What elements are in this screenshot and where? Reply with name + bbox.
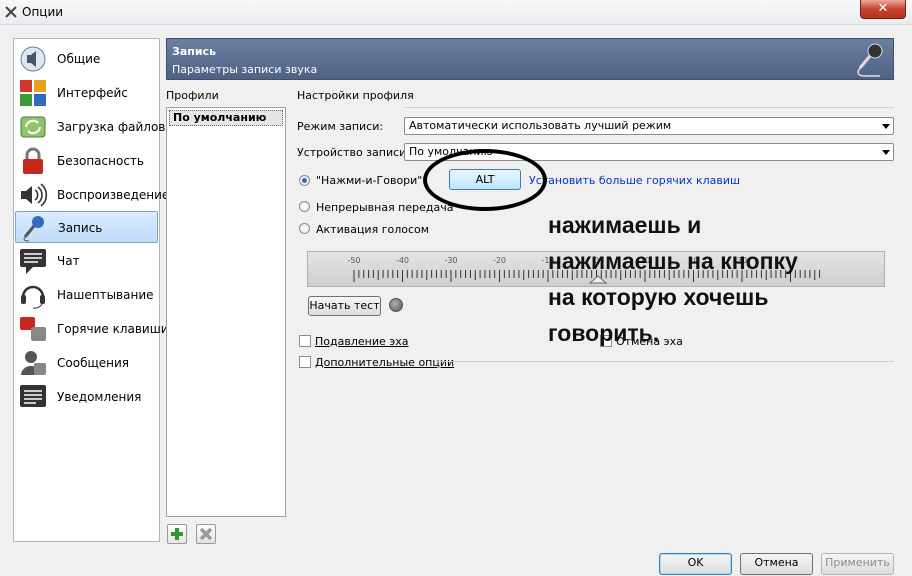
nav-label: Безопасность — [57, 154, 144, 168]
plus-icon — [171, 528, 183, 540]
record-mode-select[interactable]: Автоматически использовать лучший режим — [404, 117, 894, 135]
continuous-label: Непрерывная передача — [316, 201, 454, 214]
echo-reduction-label: Подавление эха — [315, 335, 409, 348]
slider-tick-label: -30 — [444, 256, 457, 265]
record-mode-value: Автоматически использовать лучший режим — [409, 119, 672, 132]
options-nav: Общие Интерфейс Загрузка файлов Безопасн… — [13, 38, 169, 542]
nav-item-record[interactable]: Запись — [15, 211, 158, 243]
nav-label: Запись — [58, 221, 103, 235]
microphone-icon — [857, 43, 883, 77]
playback-speaker-icon — [21, 183, 48, 207]
list-item[interactable]: По умолчанию — [169, 110, 283, 126]
nav-label: Нашептывание — [57, 288, 154, 302]
cancel-button[interactable]: Отмена — [740, 553, 813, 575]
echo-reduction-checkbox[interactable] — [299, 335, 311, 347]
nav-item-hotkeys[interactable]: Горячие клавиши — [15, 313, 169, 345]
file-transfer-icon — [20, 116, 46, 138]
advanced-options-label: Дополнительные опции — [315, 356, 455, 369]
messages-icon — [21, 351, 46, 375]
slider-tick-label: -50 — [347, 256, 360, 265]
nav-label: Уведомления — [57, 390, 142, 404]
microphone-icon — [23, 216, 44, 242]
section-subtitle: Параметры записи звука — [172, 63, 318, 76]
tools-icon — [5, 6, 17, 18]
nav-label: Общие — [57, 52, 101, 66]
start-test-button[interactable]: Начать тест — [308, 296, 381, 316]
slider-tick-label: -40 — [396, 256, 409, 265]
notifications-icon — [20, 385, 46, 407]
section-title: Запись — [172, 45, 217, 58]
section-header: Запись Параметры записи звука — [166, 38, 894, 80]
record-mode-label: Режим записи: — [297, 120, 384, 133]
hotkeys-icon — [20, 317, 46, 341]
nav-label: Горячие клавиши — [57, 322, 169, 336]
more-hotkeys-link[interactable]: Установить больше горячих клавиш — [529, 174, 740, 187]
interface-icon — [20, 80, 46, 106]
nav-label: Интерфейс — [57, 86, 128, 100]
annotation-line: нажимаешь на кнопку — [548, 248, 798, 274]
nav-item-general[interactable]: Общие — [15, 43, 158, 75]
nav-item-security[interactable]: Безопасность — [15, 145, 158, 177]
annotation-oval — [423, 149, 547, 211]
lock-icon — [23, 147, 43, 174]
continuous-radio[interactable] — [299, 201, 310, 212]
delete-profile-button[interactable] — [196, 524, 216, 544]
nav-label: Загрузка файлов — [57, 120, 166, 134]
annotation-line: говорить. — [548, 320, 660, 346]
ok-button[interactable]: OK — [659, 553, 732, 575]
nav-item-interface[interactable]: Интерфейс — [15, 77, 158, 109]
ptt-label: "Нажми-и-Говори" — [316, 174, 423, 187]
annotation-line: нажимаешь и — [548, 212, 702, 238]
nav-label: Чат — [57, 254, 80, 268]
speaker-general-icon — [20, 46, 46, 72]
headset-icon — [21, 285, 45, 309]
nav-item-playback[interactable]: Воспроизведение — [15, 179, 169, 211]
title-bar: Опции ✕ — [0, 0, 912, 25]
slider-tick-label: -20 — [493, 256, 506, 265]
delete-x-icon — [199, 527, 213, 541]
nav-item-notifications[interactable]: Уведомления — [15, 381, 158, 413]
chevron-down-icon — [882, 150, 890, 155]
nav-label: Сообщения — [57, 356, 130, 370]
nav-item-whisper[interactable]: Нашептывание — [15, 279, 158, 311]
ptt-radio[interactable] — [299, 175, 310, 186]
nav-item-file-transfer[interactable]: Загрузка файлов — [15, 111, 165, 143]
nav-label: Воспроизведение — [57, 188, 170, 202]
apply-button[interactable]: Применить — [821, 553, 894, 575]
record-device-label: Устройство записи: — [297, 146, 411, 159]
voice-activation-radio[interactable] — [299, 223, 310, 234]
group-divider — [404, 107, 894, 108]
annotation-text: нажимаешь и нажимаешь на кнопку на котор… — [548, 207, 908, 351]
test-indicator-icon — [389, 298, 403, 312]
chevron-down-icon — [882, 124, 890, 129]
voice-activation-label: Активация голосом — [316, 223, 430, 236]
advanced-options-checkbox[interactable] — [299, 356, 311, 368]
add-profile-button[interactable] — [167, 524, 187, 544]
annotation-line: на которую хочешь — [548, 284, 769, 310]
nav-item-chat[interactable]: Чат — [15, 245, 158, 277]
profile-settings-label: Настройки профиля — [297, 89, 414, 102]
advanced-divider — [436, 361, 894, 362]
chat-icon — [20, 249, 46, 274]
window-title: Опции — [22, 5, 64, 19]
profiles-list[interactable]: По умолчанию — [166, 107, 286, 517]
profiles-label: Профили — [166, 89, 219, 102]
close-button[interactable]: ✕ — [860, 0, 906, 19]
nav-item-messages[interactable]: Сообщения — [15, 347, 158, 379]
